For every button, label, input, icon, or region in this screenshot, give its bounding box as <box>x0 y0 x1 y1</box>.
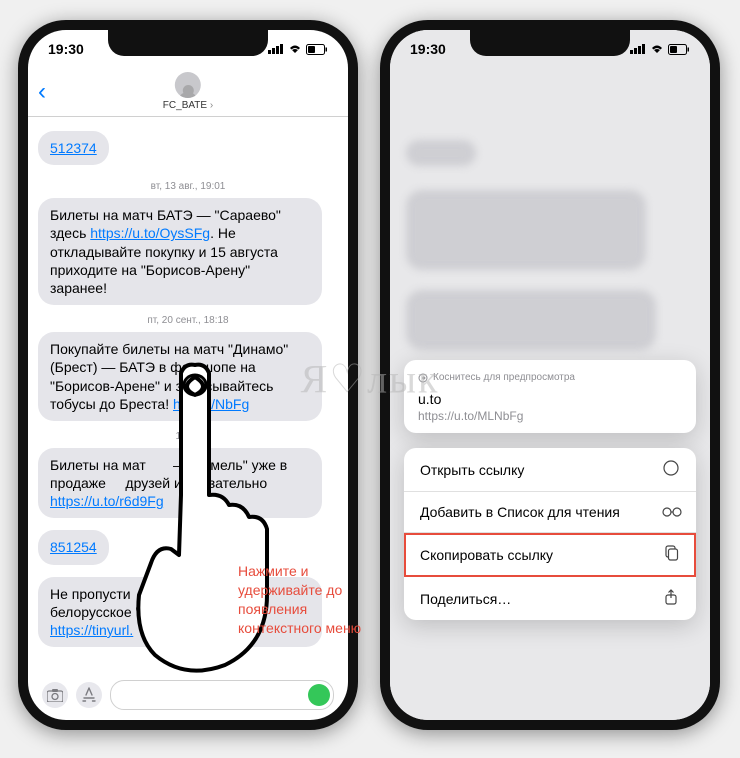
message-bubble[interactable]: 851254 <box>38 530 109 564</box>
date-separator: вт, 13 авг., 19:01 <box>38 181 338 192</box>
link-preview-card[interactable]: Коснитесь для предпросмотра u.to https:/… <box>404 360 696 433</box>
appstore-icon[interactable] <box>76 682 102 708</box>
status-icons <box>630 44 690 55</box>
menu-open-link[interactable]: Открыть ссылку <box>404 448 696 492</box>
back-button[interactable]: ‹ <box>38 78 46 106</box>
message-input-bar <box>42 680 334 710</box>
url-link[interactable]: https://tinyurl. <box>50 622 133 638</box>
url-link[interactable]: https://u.to/OysSFg <box>90 225 210 241</box>
status-time: 19:30 <box>410 41 446 57</box>
nav-bar: ‹ FC_BATE <box>28 68 348 117</box>
notch <box>108 30 268 56</box>
date-separator: пт, 20 сент., 18:18 <box>38 315 338 326</box>
preview-tap-hint: Коснитесь для предпросмотра <box>418 372 682 383</box>
instruction-caption: Нажмите и удерживайте до появления конте… <box>238 562 378 638</box>
phone-link[interactable]: 851254 <box>50 539 97 555</box>
menu-share[interactable]: Поделиться… <box>404 577 696 620</box>
phone-right: 19:30 Коснитесь для предпросмотра u.to h… <box>380 20 720 730</box>
url-link[interactable]: https://u.to/r6d9Fg <box>50 493 164 509</box>
glasses-icon <box>662 504 680 520</box>
compass-icon <box>662 460 680 479</box>
message-input[interactable] <box>110 680 334 710</box>
send-button[interactable] <box>308 684 330 706</box>
menu-copy-link[interactable]: Скопировать ссылку <box>404 533 696 577</box>
contact-header[interactable]: FC_BATE <box>163 72 213 111</box>
url-link[interactable]: https:// <box>173 396 215 412</box>
preview-url: https://u.to/MLNbFg <box>418 409 682 423</box>
preview-domain: u.to <box>418 391 682 407</box>
status-icons <box>268 44 328 55</box>
context-menu: Открыть ссылку Добавить в Список для чте… <box>404 448 696 620</box>
contact-name: FC_BATE <box>163 100 213 111</box>
message-bubble[interactable]: Покупайте билеты на матч "Динамо" (Брест… <box>38 332 322 421</box>
message-bubble[interactable]: Билеты на мат — "Гомель" уже в продаже д… <box>38 448 322 519</box>
share-icon <box>662 589 680 608</box>
status-time: 19:30 <box>48 41 84 57</box>
message-bubble[interactable]: 512374 <box>38 131 109 165</box>
date-separator: 18:01 <box>38 431 338 442</box>
copy-icon <box>662 545 680 564</box>
phone-link[interactable]: 512374 <box>50 140 97 156</box>
notch <box>470 30 630 56</box>
camera-icon[interactable] <box>42 682 68 708</box>
menu-reading-list[interactable]: Добавить в Список для чтения <box>404 492 696 533</box>
message-bubble[interactable]: Билеты на матч БАТЭ — "Сараево" здесь ht… <box>38 198 322 305</box>
